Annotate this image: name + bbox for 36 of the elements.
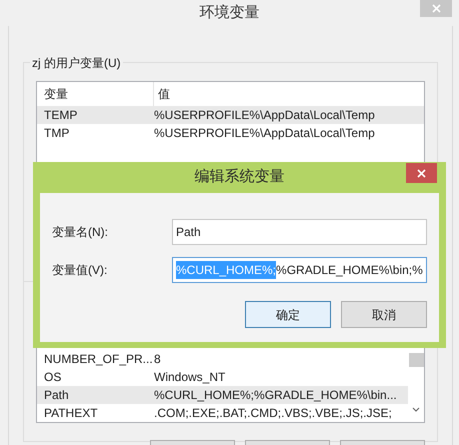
variable-value: %CURL_HOME%;%GRADLE_HOME%\bin... <box>154 387 397 404</box>
window-title: 环境变量 <box>200 2 260 23</box>
list-row[interactable]: NUMBER_OF_PR...8 <box>37 350 408 368</box>
variable-name: NUMBER_OF_PR... <box>43 351 154 368</box>
column-header[interactable]: 值 <box>154 85 170 103</box>
field-value: Path <box>176 224 201 241</box>
variable-value: Windows_NT <box>154 369 226 386</box>
selected-text: %CURL_HOME%; <box>176 261 276 279</box>
dialog-button[interactable]: 取消 <box>341 301 427 328</box>
variable-name: Path <box>43 387 70 404</box>
variable-name: TEMP <box>43 107 78 124</box>
chevron-down-icon[interactable] <box>412 407 420 412</box>
group-label: zj 的用户变量(U) <box>30 54 123 72</box>
close-icon <box>432 4 440 13</box>
input-field[interactable]: %CURL_HOME%;%GRADLE_HOME%\bin;% <box>172 257 427 283</box>
scrollbar-thumb[interactable] <box>408 353 424 367</box>
list-row[interactable]: PATHEXT .COM;.EXE;.BAT;.CMD;.VBS;.VBE;.JS;.JSE; <box>37 404 408 422</box>
variable-name: PATHEXT <box>43 405 99 422</box>
field-label: 变量名(N): <box>52 224 109 241</box>
variable-name: OS <box>43 369 62 386</box>
variable-value: .COM;.EXE;.BAT;.CMD;.VBS;.VBE;.JS;.JSE; <box>154 405 392 422</box>
variable-name: TMP <box>43 125 70 142</box>
input-field[interactable]: Path <box>172 219 427 245</box>
close-icon <box>417 168 426 178</box>
list-row[interactable]: TEMP %USERPROFILE%\AppData\Local\Temp <box>37 106 424 124</box>
field-label: 变量值(V): <box>52 262 108 279</box>
variable-value: %USERPROFILE%\AppData\Local\Temp <box>154 125 375 142</box>
field-value: %GRADLE_HOME%\bin;% <box>276 262 423 279</box>
list-row[interactable]: TMP %USERPROFILE%\AppData\Local\Temp <box>37 124 424 142</box>
variable-value: %USERPROFILE%\AppData\Local\Temp <box>154 107 375 124</box>
dialog-title: 编辑系统变量 <box>194 167 284 188</box>
variable-value: 8 <box>154 351 161 368</box>
close-button[interactable] <box>406 163 437 183</box>
list-row[interactable]: OS Windows_NT <box>37 368 408 386</box>
list-row[interactable]: Path %CURL_HOME%;%GRADLE_HOME%\bin... <box>37 386 408 404</box>
dialog-button[interactable]: 确定 <box>245 301 331 328</box>
